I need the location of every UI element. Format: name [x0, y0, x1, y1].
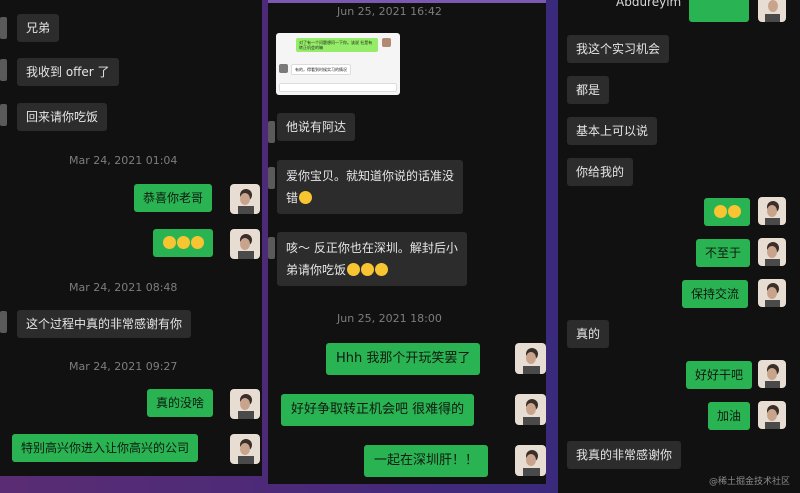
message-incoming[interactable]: 这个过程中真的非常感谢有你: [17, 310, 192, 338]
message-incoming[interactable]: 他说有阿达: [277, 113, 356, 141]
screenshot-message: 有的，得看到时候实习的情况: [291, 64, 351, 75]
avatar[interactable]: [758, 401, 786, 429]
screenshot-avatar: [279, 64, 288, 73]
message-incoming[interactable]: 我收到 offer 了: [17, 58, 119, 86]
kiss-emoji-icon: [375, 263, 389, 276]
message-incoming[interactable]: 爱你宝贝。就知道你说的话准没 错: [277, 160, 464, 214]
avatar-image: [230, 184, 260, 214]
message-outgoing[interactable]: 好好干吧: [686, 361, 753, 389]
avatar[interactable]: [230, 434, 260, 464]
message-outgoing[interactable]: 一起在深圳肝！！: [364, 445, 489, 477]
avatar-image: [758, 279, 786, 307]
avatar[interactable]: [230, 389, 260, 419]
laughing-tears-emoji-icon: [728, 205, 741, 218]
message-outgoing[interactable]: 不至于: [696, 239, 751, 267]
chat-panel-middle: Jun 25, 2021 16:42 对了有一个问题想问一下你。该说 社是有转正…: [268, 0, 546, 484]
message-incoming[interactable]: 基本上可以说: [567, 117, 658, 145]
message-incoming[interactable]: 兄弟: [17, 14, 60, 42]
screenshot-input: [279, 83, 397, 92]
avatar-edge: [268, 167, 275, 189]
avatar-edge: [268, 121, 275, 143]
avatar-image: [230, 229, 260, 259]
message-outgoing[interactable]: 保持交流: [682, 280, 749, 308]
timestamp: Mar 24, 2021 01:04: [69, 154, 178, 167]
avatar-image: [758, 0, 786, 22]
screenshot-message: 对了有一个问题想问一下你。该说 社是有转正机会的嘛: [296, 38, 378, 52]
laughing-tears-emoji-icon: [191, 236, 204, 249]
message-text: 弟请你吃饭: [286, 263, 347, 277]
avatar[interactable]: [758, 197, 786, 225]
message-outgoing[interactable]: [153, 229, 213, 257]
kiss-emoji-icon: [347, 263, 361, 276]
message-line: 错: [286, 187, 454, 209]
timestamp: Mar 24, 2021 08:48: [69, 281, 178, 294]
avatar-image: [515, 343, 546, 374]
message-outgoing[interactable]: 恭喜你老哥: [134, 184, 213, 212]
screenshot-image[interactable]: 对了有一个问题想问一下你。该说 社是有转正机会的嘛 有的，得看到时候实习的情况: [276, 33, 400, 95]
message-outgoing[interactable]: 真的没啥: [147, 389, 214, 417]
avatar[interactable]: [515, 343, 546, 374]
avatar[interactable]: [758, 279, 786, 307]
avatar[interactable]: [515, 394, 546, 425]
grin-emoji-icon: [714, 205, 727, 218]
laughing-tears-emoji-icon: [177, 236, 190, 249]
message-outgoing-partial: [689, 0, 749, 22]
avatar[interactable]: [758, 238, 786, 266]
avatar-image: [758, 238, 786, 266]
avatar[interactable]: [230, 184, 260, 214]
laughing-tears-emoji-icon: [163, 236, 176, 249]
avatar-edge: [0, 59, 7, 81]
message-incoming[interactable]: 我这个实习机会: [567, 35, 670, 63]
avatar-edge: [0, 17, 7, 39]
avatar-image: [758, 360, 786, 388]
message-outgoing[interactable]: 加油: [708, 402, 751, 430]
message-line: 爱你宝贝。就知道你说的话准没: [286, 169, 455, 183]
avatar-image: [230, 389, 260, 419]
message-outgoing[interactable]: Hhh 我那个开玩笑罢了: [326, 343, 481, 375]
message-incoming[interactable]: 咳～ 反正你也在深圳。解封后小 弟请你吃饭: [277, 232, 467, 286]
message-incoming[interactable]: 回来请你吃饭: [17, 103, 108, 131]
avatar-edge: [268, 237, 275, 259]
message-incoming[interactable]: 我真的非常感谢你: [567, 441, 682, 469]
avatar-edge: [0, 311, 7, 333]
avatar-edge: [0, 104, 7, 126]
chat-panel-left: 兄弟 我收到 offer 了 回来请你吃饭 Mar 24, 2021 01:04…: [0, 0, 262, 476]
message-outgoing[interactable]: 好好争取转正机会吧 很难得的: [281, 394, 475, 426]
watermark: @稀土掘金技术社区: [708, 477, 790, 487]
avatar-image: [515, 394, 546, 425]
message-incoming[interactable]: 你给我的: [567, 158, 634, 186]
avatar-image: [230, 434, 260, 464]
timestamp: Jun 25, 2021 16:42: [337, 5, 442, 18]
avatar-image: [515, 445, 546, 476]
avatar[interactable]: [515, 445, 546, 476]
avatar[interactable]: [758, 360, 786, 388]
avatar-image: [758, 197, 786, 225]
message-incoming[interactable]: 真的: [567, 320, 610, 348]
chat-panel-right: Abdureyim 飞书 我这个实习机会 都是 基本上可以说 你给我的 不至于 …: [558, 0, 800, 493]
grinning-emoji-icon: [299, 191, 313, 204]
timestamp: Mar 24, 2021 09:27: [69, 360, 178, 373]
message-line: 弟请你吃饭: [286, 259, 458, 281]
message-outgoing[interactable]: 特别高兴你进入让你高兴的公司: [12, 434, 199, 462]
message-incoming[interactable]: 都是: [567, 76, 610, 104]
avatar[interactable]: [230, 229, 260, 259]
timestamp: Jun 25, 2021 18:00: [337, 312, 442, 325]
message-line: 咳～ 反正你也在深圳。解封后小: [286, 241, 458, 255]
avatar[interactable]: [758, 0, 786, 22]
kiss-emoji-icon: [361, 263, 375, 276]
avatar-image: [758, 401, 786, 429]
screenshot-avatar: [382, 38, 391, 47]
message-text: 错: [286, 191, 299, 205]
message-outgoing[interactable]: [704, 198, 750, 226]
